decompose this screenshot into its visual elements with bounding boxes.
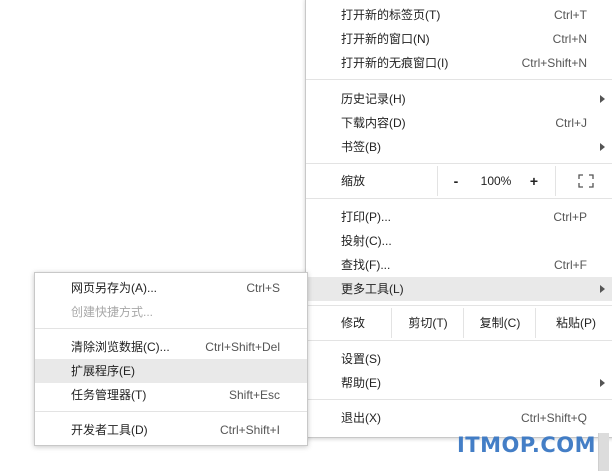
menu-item-bookmarks[interactable]: 书签(B) bbox=[306, 135, 612, 159]
menu-item-help[interactable]: 帮助(E) bbox=[306, 371, 612, 395]
menu-divider bbox=[35, 411, 307, 412]
zoom-row: 缩放 - 100% + bbox=[306, 166, 612, 196]
copy-button[interactable]: 复制(C) bbox=[463, 308, 536, 338]
shortcut-label: Ctrl+N bbox=[552, 32, 587, 46]
menu-item-label: 任务管理器(T) bbox=[71, 388, 147, 402]
submenu-arrow-icon bbox=[600, 143, 605, 151]
menu-divider bbox=[306, 305, 612, 306]
edit-label: 修改 bbox=[341, 316, 366, 330]
menu-item-cast[interactable]: 投射(C)... bbox=[306, 229, 612, 253]
scrollbar[interactable] bbox=[598, 433, 609, 471]
cut-button[interactable]: 剪切(T) bbox=[391, 308, 464, 338]
menu-divider bbox=[306, 79, 612, 80]
fullscreen-button[interactable] bbox=[555, 166, 612, 196]
menu-item-label: 扩展程序(E) bbox=[71, 364, 135, 378]
menu-item-label: 查找(F)... bbox=[341, 258, 391, 272]
submenu-item-create-shortcut: 创建快捷方式... bbox=[35, 300, 307, 324]
edit-row: 修改 剪切(T) 复制(C) 粘贴(P) bbox=[306, 308, 612, 338]
shortcut-label: Ctrl+F bbox=[554, 258, 587, 272]
menu-item-downloads[interactable]: 下载内容(D) Ctrl+J bbox=[306, 111, 612, 135]
shortcut-label: Ctrl+S bbox=[246, 281, 280, 295]
menu-item-label: 打开新的无痕窗口(I) bbox=[341, 56, 449, 70]
more-tools-submenu: 网页另存为(A)... Ctrl+S 创建快捷方式... 清除浏览数据(C)..… bbox=[34, 272, 308, 446]
menu-item-label: 打开新的标签页(T) bbox=[341, 8, 441, 22]
menu-item-new-window[interactable]: 打开新的窗口(N) Ctrl+N bbox=[306, 27, 612, 51]
submenu-arrow-icon bbox=[600, 95, 605, 103]
menu-item-label: 书签(B) bbox=[341, 140, 381, 154]
menu-item-history[interactable]: 历史记录(H) bbox=[306, 87, 612, 111]
menu-item-label: 历史记录(H) bbox=[341, 92, 406, 106]
menu-item-new-incognito-window[interactable]: 打开新的无痕窗口(I) Ctrl+Shift+N bbox=[306, 51, 612, 75]
menu-item-find[interactable]: 查找(F)... Ctrl+F bbox=[306, 253, 612, 277]
menu-item-exit[interactable]: 退出(X) Ctrl+Shift+Q bbox=[306, 406, 612, 430]
zoom-label: 缩放 bbox=[341, 174, 366, 188]
menu-item-label: 投射(C)... bbox=[341, 234, 392, 248]
shortcut-label: Ctrl+P bbox=[553, 210, 587, 224]
submenu-item-save-page[interactable]: 网页另存为(A)... Ctrl+S bbox=[35, 276, 307, 300]
menu-divider bbox=[35, 328, 307, 329]
submenu-item-clear-browsing-data[interactable]: 清除浏览数据(C)... Ctrl+Shift+Del bbox=[35, 335, 307, 359]
menu-item-label: 清除浏览数据(C)... bbox=[71, 340, 170, 354]
menu-item-new-tab[interactable]: 打开新的标签页(T) Ctrl+T bbox=[306, 3, 612, 27]
submenu-item-extensions[interactable]: 扩展程序(E) bbox=[35, 359, 307, 383]
shortcut-label: Ctrl+Shift+I bbox=[219, 423, 280, 437]
browser-viewport: 打开新的标签页(T) Ctrl+T 打开新的窗口(N) Ctrl+N 打开新的无… bbox=[0, 0, 612, 471]
menu-item-label: 下载内容(D) bbox=[341, 116, 406, 130]
watermark-logo: ITMOP.COM bbox=[456, 433, 596, 457]
submenu-item-developer-tools[interactable]: 开发者工具(D) Ctrl+Shift+I bbox=[35, 418, 307, 442]
submenu-item-task-manager[interactable]: 任务管理器(T) Shift+Esc bbox=[35, 383, 307, 407]
submenu-arrow-icon bbox=[600, 285, 605, 293]
menu-item-settings[interactable]: 设置(S) bbox=[306, 347, 612, 371]
paste-button[interactable]: 粘贴(P) bbox=[535, 308, 612, 338]
menu-divider bbox=[306, 340, 612, 341]
menu-item-label: 退出(X) bbox=[341, 411, 381, 425]
shortcut-label: Ctrl+Shift+N bbox=[521, 56, 587, 70]
chrome-main-menu: 打开新的标签页(T) Ctrl+T 打开新的窗口(N) Ctrl+N 打开新的无… bbox=[305, 0, 612, 438]
fullscreen-icon bbox=[578, 174, 594, 188]
zoom-controls: - 100% + bbox=[437, 166, 612, 196]
menu-item-label: 开发者工具(D) bbox=[71, 423, 148, 437]
menu-item-more-tools[interactable]: 更多工具(L) bbox=[306, 277, 612, 301]
menu-item-print[interactable]: 打印(P)... Ctrl+P bbox=[306, 205, 612, 229]
menu-item-label: 设置(S) bbox=[341, 352, 381, 366]
shortcut-label: Ctrl+Shift+Del bbox=[205, 340, 280, 354]
shortcut-label: Ctrl+J bbox=[555, 116, 587, 130]
menu-item-label: 更多工具(L) bbox=[341, 282, 404, 296]
menu-item-label: 网页另存为(A)... bbox=[71, 281, 157, 295]
menu-divider bbox=[306, 198, 612, 199]
zoom-in-button[interactable]: + bbox=[522, 166, 546, 196]
menu-item-label: 创建快捷方式... bbox=[71, 305, 154, 319]
shortcut-label: Ctrl+T bbox=[554, 8, 587, 22]
submenu-arrow-icon bbox=[600, 379, 605, 387]
shortcut-label: Ctrl+Shift+Q bbox=[520, 411, 587, 425]
menu-item-label: 帮助(E) bbox=[341, 376, 381, 390]
shortcut-label: Shift+Esc bbox=[228, 388, 280, 402]
menu-divider bbox=[306, 399, 612, 400]
menu-item-label: 打印(P)... bbox=[341, 210, 391, 224]
menu-item-label: 打开新的窗口(N) bbox=[341, 32, 430, 46]
menu-divider bbox=[306, 163, 612, 164]
